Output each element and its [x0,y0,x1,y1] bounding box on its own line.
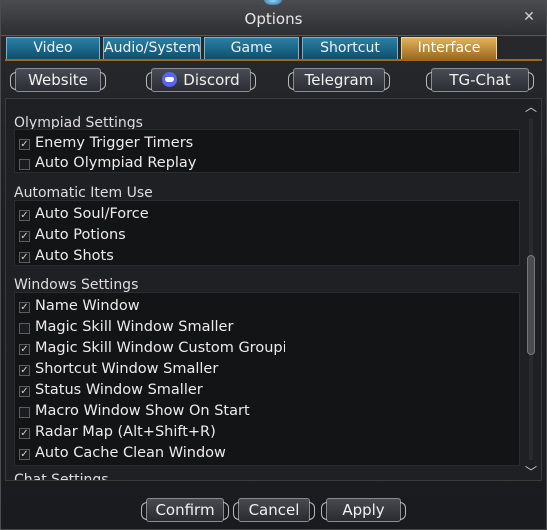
checkbox-radar-map[interactable]: ✓ [19,428,30,439]
scroll-down-icon[interactable]: ﹀ [525,466,537,478]
group-windows-settings: ✓ Name Window Magic Skill Window Smaller… [14,292,520,466]
checkbox-magic-skill-window-smaller[interactable] [19,323,30,334]
section-title-automatic-item-use: Automatic Item Use [14,185,153,201]
section-title-chat-settings: Chat Settings [14,472,109,481]
checkbox-auto-soul-force[interactable]: ✓ [19,210,30,221]
tab-interface[interactable]: Interface [401,37,497,59]
options-window: Options ✕ Video Audio/System Game Shortc… [0,0,547,530]
group-olympiad: ✓ Enemy Trigger Timers Auto Olympiad Rep… [14,129,520,173]
crest-gem-icon [263,0,283,5]
option-auto-soul-force[interactable]: Auto Soul/Force [35,206,285,222]
scrollbar[interactable]: ︿ ﹀ [525,101,537,478]
checkbox-shortcut-window-smaller[interactable]: ✓ [19,365,30,376]
section-title-windows-settings: Windows Settings [14,277,139,293]
group-automatic-item-use: ✓ Auto Soul/Force ✓ Auto Potions ✓ Auto … [14,200,520,266]
checkbox-macro-window-show-on-start[interactable] [19,407,30,418]
website-button[interactable]: Website [10,68,106,92]
checkbox-auto-olympiad-replay[interactable] [19,159,30,170]
discord-icon [162,72,178,87]
telegram-button[interactable]: Telegram [288,68,390,92]
scroll-up-icon[interactable]: ︿ [525,101,537,113]
checkbox-auto-cache-clean-window[interactable]: ✓ [19,449,30,460]
option-macro-window-show-on-start[interactable]: Macro Window Show On Start [35,403,285,419]
tab-game[interactable]: Game [204,37,299,59]
option-auto-potions[interactable]: Auto Potions [35,227,285,243]
tab-underline [5,59,542,61]
checkbox-status-window-smaller[interactable]: ✓ [19,386,30,397]
option-auto-cache-clean-window[interactable]: Auto Cache Clean Window [35,445,285,461]
tg-chat-label: TG-Chat [449,71,511,89]
tab-shortcut[interactable]: Shortcut [302,37,398,59]
checkbox-magic-skill-custom-grouping[interactable]: ✓ [19,344,30,355]
discord-button[interactable]: Discord [146,68,256,92]
option-status-window-smaller[interactable]: Status Window Smaller [35,382,285,398]
discord-label: Discord [183,71,240,89]
footer: Confirm Cancel Apply [1,492,546,528]
tab-bar: Video Audio/System Game Shortcut Interfa… [1,37,546,61]
checkbox-auto-potions[interactable]: ✓ [19,231,30,242]
option-radar-map[interactable]: Radar Map (Alt+Shift+R) [35,424,285,440]
window-title: Options [244,10,303,28]
option-auto-olympiad-replay[interactable]: Auto Olympiad Replay [35,155,285,171]
close-icon[interactable]: ✕ [522,10,536,24]
website-label: Website [28,71,88,89]
option-magic-skill-window-smaller[interactable]: Magic Skill Window Smaller [35,319,285,335]
tg-chat-button[interactable]: TG-Chat [426,68,534,92]
options-list-panel: Olympiad Settings ✓ Enemy Trigger Timers… [5,98,542,481]
telegram-label: Telegram [304,71,374,89]
apply-button[interactable]: Apply [321,498,406,522]
option-auto-shots[interactable]: Auto Shots [35,248,285,264]
option-magic-skill-custom-grouping[interactable]: Magic Skill Window Custom Grouping [35,340,285,356]
confirm-button[interactable]: Confirm [141,498,229,522]
tab-video[interactable]: Video [6,37,100,59]
title-bar[interactable]: Options ✕ [1,0,546,36]
checkbox-auto-shots[interactable]: ✓ [19,252,30,263]
cancel-button[interactable]: Cancel [233,498,315,522]
option-shortcut-window-smaller[interactable]: Shortcut Window Smaller [35,361,285,377]
checkbox-name-window[interactable]: ✓ [19,302,30,313]
scroll-thumb[interactable] [527,255,535,355]
checkbox-enemy-trigger-timers[interactable]: ✓ [19,139,30,150]
option-enemy-trigger-timers[interactable]: Enemy Trigger Timers [35,135,285,151]
tab-audio-system[interactable]: Audio/System [103,37,201,59]
option-name-window[interactable]: Name Window [35,298,285,314]
